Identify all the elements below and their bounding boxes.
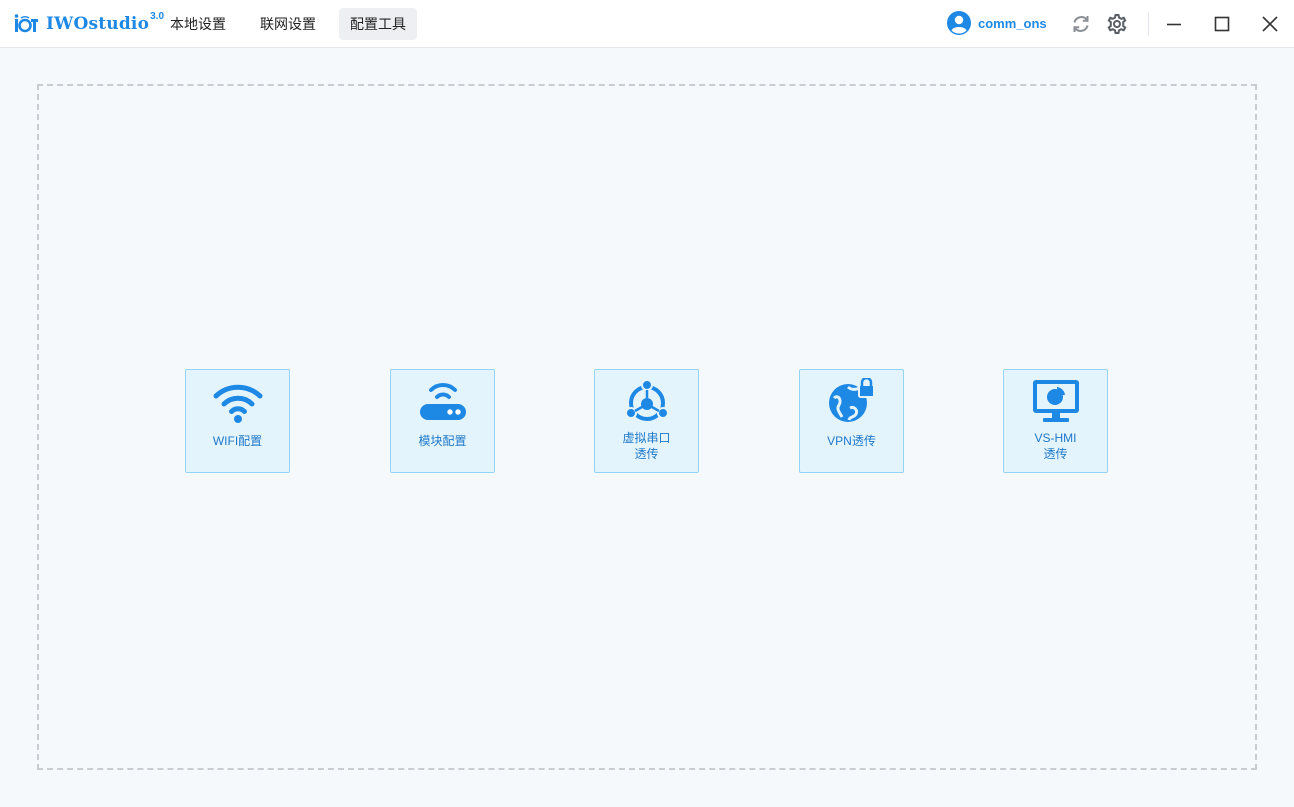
tab-config-tools[interactable]: 配置工具 <box>339 8 417 40</box>
title-bar: IWOstudio 3.0 本地设置 联网设置 配置工具 comm_ons <box>0 0 1294 48</box>
wifi-icon <box>213 384 263 423</box>
tool-label: 模块配置 <box>418 434 467 448</box>
iot-logo-icon <box>14 14 38 33</box>
close-icon[interactable] <box>1259 13 1281 35</box>
maximize-icon[interactable] <box>1211 13 1233 35</box>
toolbar-divider <box>1148 12 1149 36</box>
tool-card-module-config[interactable]: 模块配置 <box>390 369 495 473</box>
refresh-icon[interactable] <box>1070 13 1092 35</box>
minimize-icon[interactable] <box>1163 13 1185 35</box>
tool-label: VPN透传 <box>827 434 876 448</box>
tool-label: 虚拟串口 透传 <box>622 431 671 461</box>
user-account[interactable]: comm_ons <box>947 11 1047 35</box>
user-avatar-icon <box>947 11 971 35</box>
tab-local-settings[interactable]: 本地设置 <box>159 8 237 40</box>
router-module-icon <box>420 383 466 420</box>
main-tabs: 本地设置 联网设置 配置工具 <box>159 8 429 40</box>
user-name: comm_ons <box>978 15 1047 31</box>
tab-network-settings[interactable]: 联网设置 <box>249 8 327 40</box>
app-name: IWOstudio <box>46 14 150 34</box>
tool-label: WIFI配置 <box>212 434 263 448</box>
tool-card-wifi[interactable]: WIFI配置 <box>185 369 290 473</box>
tool-card-vs-hmi[interactable]: VS-HMI 透传 <box>1003 369 1108 473</box>
tool-label: VS-HMI 透传 <box>1034 431 1077 461</box>
monitor-chart-icon <box>1033 380 1079 422</box>
virtual-serial-port-icon <box>625 379 669 421</box>
vpn-globe-lock-icon <box>829 378 875 422</box>
settings-gear-icon[interactable] <box>1106 13 1128 35</box>
tool-card-vpn[interactable]: VPN透传 <box>799 369 904 473</box>
tool-card-virtual-serial[interactable]: 虚拟串口 透传 <box>594 369 699 473</box>
app-logo: IWOstudio 3.0 <box>14 11 164 36</box>
